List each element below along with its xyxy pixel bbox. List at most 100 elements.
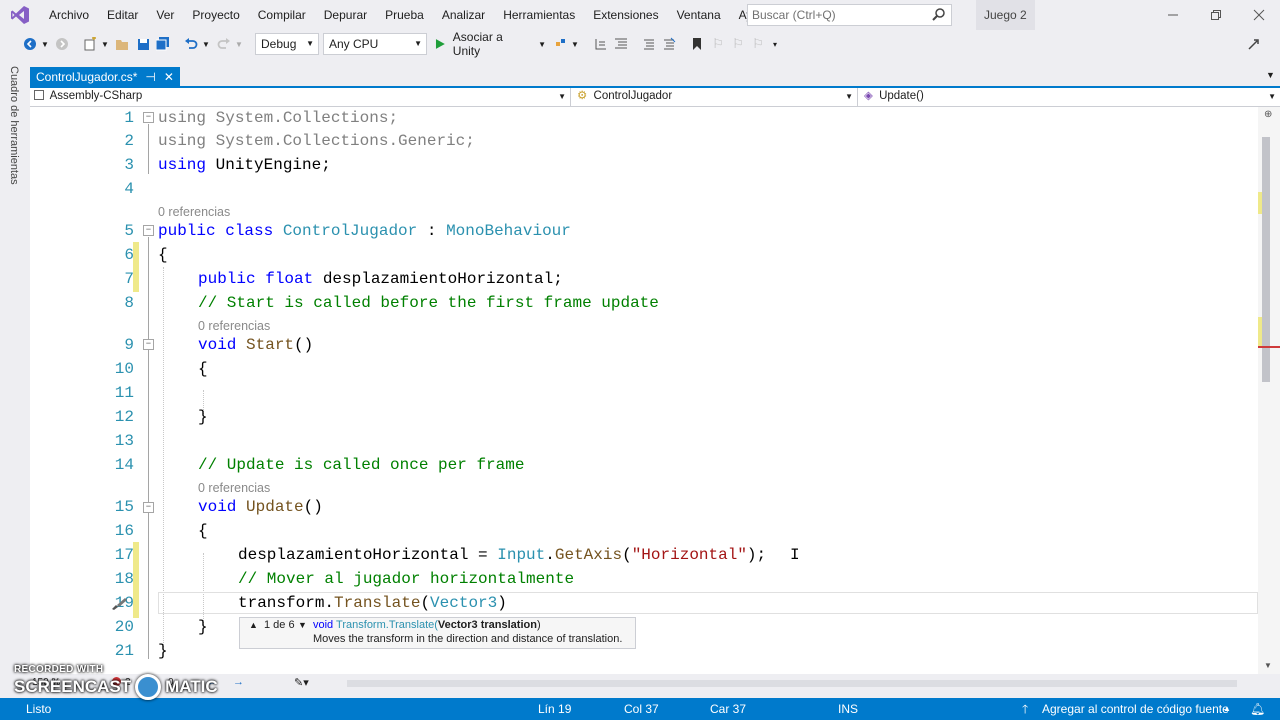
restore-icon	[1211, 10, 1221, 20]
code-comment: // Update is called once per frame	[198, 456, 525, 474]
search-placeholder: Buscar (Ctrl+Q)	[752, 8, 836, 22]
open-folder-icon[interactable]	[114, 34, 130, 54]
standard-toolbar: ▼ ▼ ▼ ▼ Debug ▼ Any CPU ▼ Asociar a Unit…	[0, 30, 1280, 58]
code-text: }	[198, 408, 208, 426]
pin-icon[interactable]: ⊣	[145, 67, 155, 87]
menu-depurar[interactable]: Depurar	[315, 0, 376, 30]
forward-icon[interactable]	[54, 34, 70, 54]
menu-compilar[interactable]: Compilar	[249, 0, 315, 30]
back-icon[interactable]	[22, 34, 38, 54]
codelens-references[interactable]: 0 referencias	[198, 480, 270, 496]
code-line: 17 desplazamientoHorizontal = Input.GetA…	[30, 543, 1258, 567]
save-icon[interactable]	[135, 34, 151, 54]
codelens-references[interactable]: 0 referencias	[158, 204, 230, 220]
toolbar-overflow-icon[interactable]: ▾	[770, 34, 780, 54]
comment-icon[interactable]	[641, 34, 657, 54]
previous-overload-icon[interactable]: ▲	[249, 620, 258, 630]
back-dropdown-icon[interactable]: ▼	[40, 34, 50, 54]
solution-name: Juego 2	[976, 0, 1035, 30]
text-cursor-icon: I	[790, 546, 800, 564]
type-select[interactable]: ⚙ ControlJugador ▼	[573, 88, 858, 106]
line-number: 3	[124, 156, 134, 174]
menu-prueba[interactable]: Prueba	[376, 0, 433, 30]
redo-dropdown-icon[interactable]: ▼	[234, 34, 244, 54]
horizontal-scrollbar[interactable]	[347, 680, 1237, 687]
project-value: Assembly-CSharp	[49, 90, 143, 102]
line-number: 8	[124, 294, 134, 312]
scroll-caret-marker	[1258, 346, 1280, 348]
codelens-references[interactable]: 0 referencias	[198, 318, 270, 334]
configuration-value: Debug	[261, 37, 297, 51]
tab-list-dropdown-icon[interactable]: ▼	[1266, 70, 1275, 80]
notification-icon[interactable]: 🔔︎	[1250, 698, 1265, 720]
csharp-project-icon	[34, 90, 44, 100]
format-icon[interactable]	[613, 34, 629, 54]
close-window-button[interactable]	[1238, 0, 1280, 30]
line-number: 1	[124, 109, 134, 127]
menu-ver[interactable]: Ver	[147, 0, 183, 30]
menu-ventana[interactable]: Ventana	[668, 0, 730, 30]
line-number: 17	[114, 546, 134, 564]
save-all-icon[interactable]	[155, 34, 171, 54]
code-text: desplazamientoHorizontal = Input.GetAxis…	[238, 546, 767, 564]
platform-select[interactable]: Any CPU ▼	[323, 33, 427, 55]
menu-extensiones[interactable]: Extensiones	[584, 0, 667, 30]
code-line: 1 using System.Collections;	[30, 107, 1258, 130]
code-line: 8 // Start is called before the first fr…	[30, 291, 1258, 315]
watermark-line3: MATIC	[165, 677, 218, 696]
bookmark-icon[interactable]	[689, 34, 705, 54]
tab-controljugador[interactable]: ControlJugador.cs* ⊣ ✕	[30, 67, 180, 87]
new-project-icon[interactable]	[82, 34, 98, 54]
attach-unity-button[interactable]: Asociar a Unity ▼	[434, 30, 546, 58]
code-text: using System.Collections.Generic;	[158, 132, 475, 150]
code-editor[interactable]: − − − − 1 using System.Collections; 2 us…	[30, 107, 1258, 674]
line-number: 12	[114, 408, 134, 426]
code-line: 19 transform.Translate(Vector3)	[30, 591, 1258, 615]
menu-herramientas[interactable]: Herramientas	[494, 0, 584, 30]
code-line: 9 void Start()	[30, 333, 1258, 357]
navigate-forward-icon[interactable]: →	[233, 676, 244, 688]
redo-icon[interactable]	[216, 34, 232, 54]
menu-archivo[interactable]: Archivo	[40, 0, 98, 30]
clear-bookmarks-icon[interactable]: ⚐	[750, 34, 766, 54]
menu-proyecto[interactable]: Proyecto	[183, 0, 248, 30]
line-number: 6	[124, 246, 134, 264]
next-bookmark-icon[interactable]: ⚐	[730, 34, 746, 54]
signature-description: Moves the transform in the direction and…	[313, 633, 623, 645]
restore-button[interactable]	[1195, 0, 1237, 30]
line-number: 20	[114, 618, 134, 636]
undo-icon[interactable]	[183, 34, 199, 54]
minimize-icon	[1168, 14, 1178, 16]
code-line: 7 public float desplazamientoHorizontal;	[30, 267, 1258, 291]
undo-dropdown-icon[interactable]: ▼	[201, 34, 211, 54]
toolbox-tab[interactable]: Cuadro de herramientas	[8, 66, 20, 185]
scroll-down-icon[interactable]: ▼	[1264, 661, 1272, 670]
menu-editar[interactable]: Editar	[98, 0, 147, 30]
vertical-scrollbar[interactable]: ⊕ ▼	[1258, 107, 1280, 674]
new-dropdown-icon[interactable]: ▼	[100, 34, 110, 54]
next-overload-icon[interactable]: ▼	[298, 620, 307, 630]
step-icon[interactable]	[593, 34, 609, 54]
code-line: 12 }	[30, 405, 1258, 429]
code-text: using System.Collections;	[158, 109, 399, 127]
minimize-button[interactable]	[1152, 0, 1194, 30]
menu-analizar[interactable]: Analizar	[433, 0, 494, 30]
visual-studio-logo-icon[interactable]	[0, 0, 40, 30]
project-select[interactable]: Assembly-CSharp ▼	[30, 88, 571, 106]
source-control-button[interactable]: Agregar al control de código fuente	[1042, 698, 1229, 720]
flame-icon[interactable]	[553, 34, 569, 54]
configuration-select[interactable]: Debug ▼	[255, 33, 319, 55]
code-cleanup-icon[interactable]: ✎▾	[294, 676, 309, 689]
prev-bookmark-icon[interactable]: ⚐	[710, 34, 726, 54]
split-editor-icon[interactable]: ⊕	[1264, 109, 1272, 120]
member-select[interactable]: ◈ Update() ▼	[860, 88, 1280, 106]
status-column: Col 37	[624, 702, 659, 716]
diagnostics-dropdown-icon[interactable]: ▼	[570, 34, 580, 54]
uncomment-icon[interactable]	[661, 34, 677, 54]
quick-actions-brush-icon[interactable]	[110, 597, 128, 614]
line-number: 2	[124, 132, 134, 150]
code-line: 13	[30, 429, 1258, 453]
search-input[interactable]: Buscar (Ctrl+Q)	[747, 4, 952, 26]
close-tab-icon[interactable]: ✕	[164, 67, 174, 87]
live-share-icon[interactable]	[1244, 34, 1264, 54]
